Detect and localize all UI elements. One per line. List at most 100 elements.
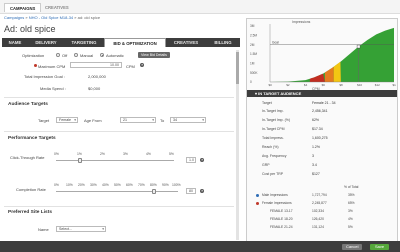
nav-billing[interactable]: BILLING — [206, 38, 240, 47]
x-tick-label: $14 — [393, 83, 397, 87]
x-tick-label: $4 — [304, 83, 308, 87]
radio-off[interactable] — [56, 53, 60, 57]
tab-creatives[interactable]: CREATIVES — [40, 3, 74, 12]
site-list-select[interactable]: Select... — [56, 225, 106, 232]
age-from-label: Age From — [84, 118, 102, 123]
table-cell-count: 131,124 — [312, 225, 324, 229]
completion-tick: 10% — [66, 183, 73, 187]
footer-bar — [0, 241, 400, 252]
scrollbar-thumb[interactable] — [236, 52, 239, 84]
breadcrumb-campaign[interactable]: NHO - Old Spice M18-34 — [29, 15, 73, 20]
audience-target-label: Target — [262, 101, 272, 105]
help-icon[interactable]: ? — [200, 189, 204, 193]
media-spend-label: Media Spend : — [40, 86, 66, 91]
y-tick-label: 2.5M — [250, 34, 257, 38]
stat-value: 3 — [312, 154, 314, 158]
nav-targeting[interactable]: TARGETING — [64, 38, 104, 47]
y-tick-label: 3M — [250, 24, 255, 28]
table-cell-name: Female Impressions — [262, 201, 292, 205]
x-tick-label: $2 — [286, 83, 290, 87]
nav-name[interactable]: NAME — [2, 38, 28, 47]
completion-tick: 100% — [172, 183, 181, 187]
x-tick-label: $0 — [269, 83, 273, 87]
radio-automatic[interactable] — [100, 53, 104, 57]
ad-section-nav: NAME DELIVERY TARGETING BID & OPTIMIZATI… — [2, 38, 240, 47]
impression-goal-value: 2,000,000 — [88, 74, 106, 79]
help-icon[interactable]: ? — [140, 63, 144, 67]
table-cell-count: 2,245,877 — [312, 201, 327, 205]
ctr-tick: 5% — [169, 152, 174, 156]
y-tick-label: 2M — [250, 43, 255, 47]
stat-label: Total Impress. — [262, 136, 284, 140]
radio-manual-label: Manual — [80, 53, 94, 58]
y-tick-label: 1.5M — [250, 52, 257, 56]
stat-label: Avg. Frequency — [262, 154, 287, 158]
target-audience-header[interactable]: ▾ IN TARGET AUDIENCE — [247, 90, 397, 97]
bid-marker — [356, 44, 361, 49]
ctr-value-input[interactable]: 1.0 — [186, 157, 196, 163]
view-bid-details-button[interactable]: View Bid Details — [138, 52, 170, 58]
breadcrumb-current: ad: old spice — [77, 15, 101, 20]
performance-targets-heading: Performance Targets — [8, 136, 56, 141]
table-cell-pct: 3% — [348, 209, 353, 213]
table-cell-pct: 4% — [348, 217, 353, 221]
ctr-label: Click-Through Rate — [10, 155, 45, 160]
completion-tick: 70% — [138, 183, 145, 187]
completion-slider-handle[interactable] — [151, 188, 156, 194]
ctr-slider-track[interactable] — [56, 160, 174, 161]
completion-tick: 40% — [102, 183, 109, 187]
cpm-unit-label: CPM — [126, 63, 135, 69]
radio-off-label: Off — [62, 53, 68, 58]
breadcrumb: Campaigns » NHO - Old Spice M18-34 » ad:… — [4, 15, 101, 20]
audience-targets-heading: Audience Targets — [8, 102, 48, 107]
site-list-name-label: Name — [38, 227, 49, 232]
nav-delivery[interactable]: DELIVERY — [28, 38, 64, 47]
completion-ticks: 0% 10% 20% 30% 40% 50% 60% 70% 80% 90% 1… — [54, 183, 181, 187]
table-cell-count: 126,420 — [312, 217, 324, 221]
table-cell-pct: 65% — [348, 201, 355, 205]
ctr-tick: 3% — [123, 152, 128, 156]
media-spend-value: $0,000 — [88, 86, 101, 91]
completion-tick: 80% — [150, 183, 157, 187]
section-divider — [4, 131, 234, 132]
max-cpm-input[interactable]: 10.00 — [70, 62, 122, 68]
table-cell-pct: 35% — [348, 193, 355, 197]
nav-bid-optimization[interactable]: BID & OPTIMIZATION — [104, 38, 166, 47]
tab-campaigns[interactable]: CAMPAIGNS — [4, 3, 42, 12]
stat-label: Cost per TRP — [262, 172, 284, 176]
x-tick-label: $10 — [357, 83, 362, 87]
table-cell-count: 102,334 — [312, 209, 324, 213]
x-tick-label: $6 — [322, 83, 326, 87]
breadcrumb-campaigns[interactable]: Campaigns — [4, 15, 24, 20]
impressions-cpm-chart: 3M2.5M2M1.5M1M500K0 $0$2$4$6$8$10$12$14 … — [250, 24, 397, 87]
ctr-slider-handle[interactable] — [77, 157, 82, 163]
age-to-select[interactable]: 34 — [170, 116, 206, 123]
completion-tick: 20% — [78, 183, 85, 187]
target-select[interactable]: Female — [56, 116, 78, 123]
completion-tick: 0% — [54, 183, 59, 187]
site-lists-heading: Preferred Site Lists — [8, 210, 52, 215]
ctr-tick: 2% — [100, 152, 105, 156]
required-indicator — [34, 64, 37, 67]
save-button[interactable]: Save — [370, 243, 390, 250]
table-cell-name: FEMALE 21-24 — [270, 225, 293, 229]
table-cell-name: FEMALE 18-20 — [270, 217, 293, 221]
completion-value-input[interactable]: 80 — [186, 188, 196, 194]
cancel-button[interactable]: Cancel — [342, 243, 363, 250]
stat-label: In-Target Imp. (%) — [262, 118, 291, 122]
section-divider — [4, 206, 234, 207]
radio-automatic-label: Automatic — [106, 53, 124, 58]
y-tick-label: 500K — [250, 71, 258, 75]
chart-area-yellow — [333, 61, 341, 82]
optimization-label: Optimization — [22, 53, 45, 58]
radio-manual[interactable] — [74, 53, 78, 57]
completion-tick: 30% — [90, 183, 97, 187]
completion-slider-track[interactable] — [56, 191, 178, 192]
goal-label: Goal — [272, 41, 279, 45]
ctr-tick: 4% — [146, 152, 151, 156]
nav-creatives[interactable]: CREATIVES — [166, 38, 206, 47]
help-icon[interactable]: ? — [200, 158, 204, 162]
age-from-select[interactable]: 21 — [120, 116, 156, 123]
x-tick-label: $8 — [339, 83, 343, 87]
table-cell-count: 1,727,794 — [312, 193, 327, 197]
